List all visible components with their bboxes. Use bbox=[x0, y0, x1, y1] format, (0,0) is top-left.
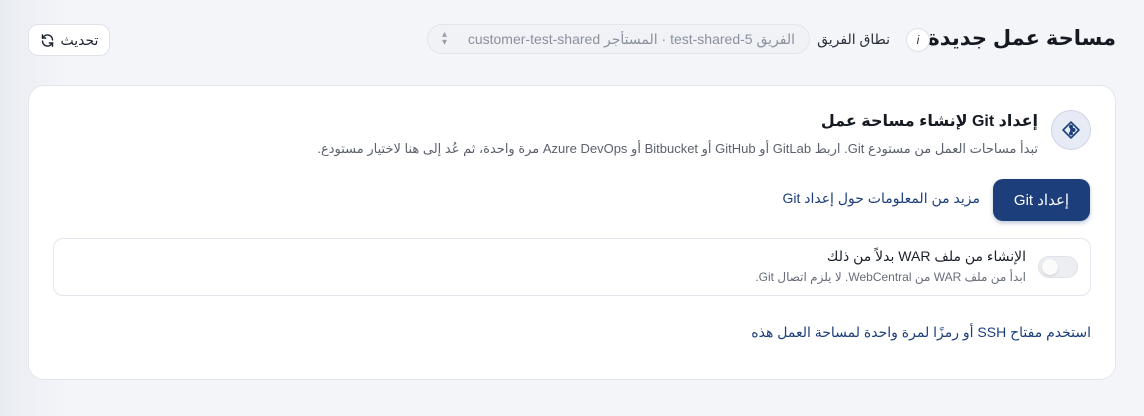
page-header: مساحة عمل جديدة i نطاق الفريق الفريق tes… bbox=[28, 24, 1116, 56]
war-toggle[interactable] bbox=[1038, 256, 1078, 278]
team-scope-select[interactable]: الفريق test-shared-5 · المستأجر customer… bbox=[427, 24, 810, 54]
refresh-icon bbox=[41, 33, 53, 47]
page-title: مساحة عمل جديدة bbox=[927, 27, 1116, 50]
git-icon bbox=[1051, 110, 1091, 150]
war-option-description: ابدأ من ملف WAR من WebCentral. لا يلزم ا… bbox=[755, 270, 1026, 284]
setup-title: إعداد Git لإنشاء مساحة عمل bbox=[820, 113, 1038, 130]
learn-more-link[interactable]: مزيد من المعلومات حول إعداد Git bbox=[782, 190, 980, 207]
info-icon[interactable]: i bbox=[906, 28, 930, 52]
toggle-knob bbox=[1042, 259, 1058, 275]
war-option-title: الإنشاء من ملف WAR بدلاً من ذلك bbox=[826, 248, 1026, 264]
team-scope-label: نطاق الفريق bbox=[817, 31, 890, 47]
setup-description: تبدأ مساحات العمل من مستودع Git. اربط Gi… bbox=[317, 141, 1038, 156]
setup-git-button[interactable]: إعداد Git bbox=[993, 179, 1090, 221]
chevron-up-down-icon: ▴ ▾ bbox=[442, 29, 448, 48]
team-scope-value: الفريق test-shared-5 · المستأجر customer… bbox=[467, 30, 795, 47]
ssh-token-link[interactable]: استخدم مفتاح SSH أو رمزًا لمرة واحدة لمس… bbox=[751, 324, 1091, 341]
refresh-label: تحديث bbox=[60, 31, 99, 48]
refresh-button[interactable]: تحديث bbox=[28, 24, 110, 56]
setup-git-card: إعداد Git لإنشاء مساحة عمل تبدأ مساحات ا… bbox=[28, 85, 1116, 380]
war-option-row: الإنشاء من ملف WAR بدلاً من ذلك ابدأ من … bbox=[53, 238, 1091, 296]
